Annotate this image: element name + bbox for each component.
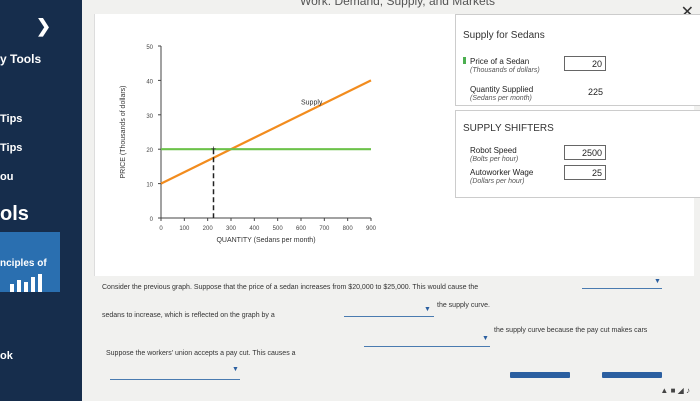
grade-button[interactable] — [510, 372, 570, 378]
chevron-down-icon[interactable]: ▼ — [482, 335, 489, 342]
x-tick-label: 200 — [203, 226, 214, 232]
quantity-value: 225 — [587, 87, 603, 97]
q1-dropdown-2[interactable] — [344, 308, 434, 317]
question-1-text-b: sedans to increase, which is reflected o… — [102, 312, 275, 319]
panel-title-supply: Supply for Sedans — [463, 30, 545, 41]
price-label: Price of a Sedan (Thousands of dollars) — [470, 57, 540, 74]
panel-title-shifters: SUPPLY SHIFTERS — [463, 123, 554, 134]
x-axis-label: QUANTITY (Sedans per month) — [216, 237, 315, 244]
principles-banner-label: nciples of — [0, 258, 47, 269]
marker-point: + — [211, 144, 216, 154]
y-tick-label: 10 — [146, 183, 153, 189]
supply-shifters-panel: SUPPLY SHIFTERS Robot Speed (Bolts per h… — [455, 110, 700, 198]
x-tick-label: 800 — [343, 226, 354, 232]
x-tick-label: 0 — [159, 226, 163, 232]
autoworker-wage-field[interactable]: 25 — [564, 165, 606, 180]
bar-chart-icon — [10, 274, 42, 292]
sidebar-item-tips-2[interactable]: Tips — [0, 142, 22, 154]
x-tick-label: 400 — [249, 226, 260, 232]
x-tick-label: 100 — [179, 226, 190, 232]
series-label-supply: Supply — [301, 99, 323, 106]
sidebar-item-tools-heading: ols — [0, 203, 29, 225]
x-tick-label: 900 — [366, 226, 377, 232]
price-field[interactable]: 20 — [564, 56, 606, 71]
autoworker-wage-label: Autoworker Wage (Dollars per hour) — [470, 168, 534, 185]
y-tick-label: 20 — [146, 148, 153, 154]
x-tick-label: 500 — [273, 226, 284, 232]
page-title: Work: Demand, Supply, and Markets — [300, 0, 495, 8]
sidebar-item-tips[interactable]: Tips — [0, 113, 22, 125]
y-tick-label: 0 — [150, 217, 154, 223]
q2-dropdown-1[interactable] — [364, 338, 490, 347]
main-content: Work: Demand, Supply, and Markets ✕ 0 10 2… — [82, 0, 700, 401]
x-tick-label: 300 — [226, 226, 237, 232]
chevron-down-icon[interactable]: ▼ — [424, 306, 431, 313]
supply-chart[interactable]: 010203040500 100 200 300 400 500 600 700 800 900Q… — [113, 32, 453, 252]
supply-for-sedans-panel: Supply for Sedans Price of a Sedan (Thou… — [455, 14, 700, 106]
robot-speed-label: Robot Speed (Bolts per hour) — [470, 146, 519, 163]
taskbar-tray: ▲ ■ ◢ ♪ — [660, 386, 690, 395]
robot-speed-field[interactable]: 2500 — [564, 145, 606, 160]
green-marker — [463, 57, 466, 64]
y-tick-label: 50 — [146, 45, 153, 51]
quantity-label: Quantity Supplied (Sedans per month) — [470, 85, 534, 102]
question-1-text-c: the supply curve. — [437, 302, 490, 309]
sidebar: ❯ y Tools Tips Tips ou ols nciples of ok — [0, 0, 82, 401]
chevron-right-icon[interactable]: ❯ — [36, 16, 51, 37]
chevron-down-icon[interactable]: ▼ — [654, 278, 661, 285]
sidebar-item-ou[interactable]: ou — [0, 171, 13, 183]
q2-dropdown-2[interactable] — [110, 371, 240, 380]
next-button[interactable] — [602, 372, 662, 378]
sidebar-item-ok[interactable]: ok — [0, 350, 13, 362]
y-tick-label: 40 — [146, 79, 153, 85]
question-2-text-a: Suppose the workers' union accepts a pay… — [106, 350, 296, 357]
question-2-text-b: the supply curve because the pay cut mak… — [494, 327, 648, 334]
sidebar-item-tools[interactable]: y Tools — [0, 52, 41, 66]
y-tick-label: 30 — [146, 114, 153, 120]
q1-dropdown-1[interactable] — [582, 280, 662, 289]
x-tick-label: 600 — [296, 226, 307, 232]
y-axis-label: PRICE (Thousands of dollars) — [120, 86, 127, 179]
chevron-down-icon[interactable]: ▼ — [232, 366, 239, 373]
series-line-0 — [160, 79, 372, 185]
x-tick-label: 700 — [319, 226, 330, 232]
question-1-text-a: Consider the previous graph. Suppose tha… — [102, 284, 479, 291]
